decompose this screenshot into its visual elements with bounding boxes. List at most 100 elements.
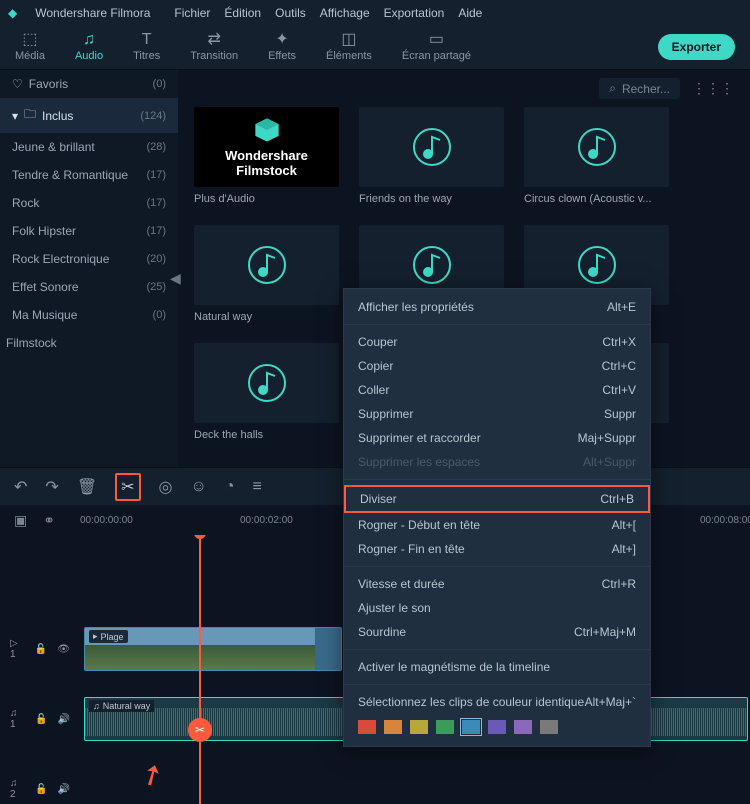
ctx-item-rogner-d-but-en-t-te[interactable]: Rogner - Début en têteAlt+[ bbox=[344, 513, 650, 537]
sidebar-item[interactable]: Jeune & brillant(28) bbox=[0, 133, 178, 161]
mute-icon[interactable]: 🔊 bbox=[58, 714, 70, 725]
collapse-handle-icon[interactable]: ◀ bbox=[170, 270, 181, 287]
lock-icon[interactable]: 🔓 bbox=[35, 644, 47, 655]
elements-icon: ◫ bbox=[341, 32, 356, 48]
crop-icon[interactable]: ◎ bbox=[159, 477, 173, 497]
ctx-item-diviser[interactable]: DiviserCtrl+B bbox=[344, 485, 650, 513]
redo-icon[interactable]: ↷ bbox=[45, 477, 58, 497]
color-swatch[interactable] bbox=[410, 720, 428, 734]
ctx-label: Rogner - Début en tête bbox=[358, 518, 480, 532]
menu-fichier[interactable]: Fichier bbox=[174, 6, 210, 20]
sidebar-item[interactable]: Ma Musique(0) bbox=[0, 301, 178, 329]
sidebar-item[interactable]: Rock Electronique(20) bbox=[0, 245, 178, 273]
ctx-item-couper[interactable]: CouperCtrl+X bbox=[344, 330, 650, 354]
track-id: ▷ 1 bbox=[10, 638, 25, 660]
tab-titres[interactable]: TTitres bbox=[133, 32, 160, 62]
title-bar: ◆ Wondershare Filmora Fichier Édition Ou… bbox=[0, 0, 750, 25]
menu-aide[interactable]: Aide bbox=[458, 6, 482, 20]
lock-icon[interactable]: 🔓 bbox=[35, 784, 47, 795]
thumb-item[interactable]: Circus clown (Acoustic v... bbox=[524, 107, 669, 205]
menu-affichage[interactable]: Affichage bbox=[320, 6, 370, 20]
ctx-item-supprimer-et-raccorder[interactable]: Supprimer et raccorderMaj+Suppr bbox=[344, 426, 650, 450]
ctx-item-supprimer[interactable]: SupprimerSuppr bbox=[344, 402, 650, 426]
video-icon: ▸ bbox=[93, 631, 98, 642]
color-swatch[interactable] bbox=[436, 720, 454, 734]
tab-ecran-partage[interactable]: ▭Écran partagé bbox=[402, 32, 471, 62]
audio-icon: ♫ bbox=[83, 32, 95, 48]
sidebar-count: (17) bbox=[146, 197, 166, 209]
ctx-shortcut: Suppr bbox=[604, 407, 636, 421]
ctx-shortcut: Ctrl+C bbox=[602, 359, 636, 373]
sidebar-favoris[interactable]: ♡Favoris (0) bbox=[0, 70, 178, 98]
thumb-item[interactable]: Friends on the way bbox=[359, 107, 504, 205]
grid-view-icon[interactable]: ⋮⋮⋮ bbox=[692, 80, 734, 97]
video-clip[interactable]: ▸Plage bbox=[84, 627, 342, 671]
sidebar-item[interactable]: Tendre & Romantique(17) bbox=[0, 161, 178, 189]
export-button[interactable]: Exporter bbox=[658, 34, 735, 60]
ctx-item-afficher-les-propri-t-s[interactable]: Afficher les propriétésAlt+E bbox=[344, 295, 650, 319]
track-id: ♫ 1 bbox=[10, 708, 25, 730]
color-icon[interactable]: ☺ bbox=[191, 478, 207, 496]
visibility-icon[interactable]: 👁 bbox=[57, 644, 70, 655]
delete-icon[interactable]: 🗑 bbox=[77, 477, 97, 497]
context-menu: Afficher les propriétésAlt+E CouperCtrl+X… bbox=[343, 288, 651, 747]
track-header[interactable]: ♫ 1 🔓 🔊 bbox=[0, 695, 80, 743]
tab-effets[interactable]: ✦Effets bbox=[268, 32, 296, 62]
ctx-item-sourdine[interactable]: SourdineCtrl+Maj+M bbox=[344, 620, 650, 644]
mute-icon[interactable]: 🔊 bbox=[58, 784, 70, 795]
playhead-scissors-icon[interactable]: ✂ bbox=[188, 718, 212, 742]
search-input[interactable]: ⌕ Recher... bbox=[599, 78, 680, 99]
track-header[interactable]: ♫ 2 🔓 🔊 bbox=[0, 765, 80, 804]
thumb-item[interactable]: Wondershare Filmstock Plus d'Audio bbox=[194, 107, 339, 205]
ctx-item-coller[interactable]: CollerCtrl+V bbox=[344, 378, 650, 402]
thumb-item[interactable]: Natural way bbox=[194, 225, 339, 323]
music-icon: ♫ bbox=[93, 701, 100, 711]
color-swatch[interactable] bbox=[358, 720, 376, 734]
color-swatch[interactable] bbox=[488, 720, 506, 734]
ctx-item-ajuster-le-son[interactable]: Ajuster le son bbox=[344, 596, 650, 620]
tab-media[interactable]: ⬚Média bbox=[15, 32, 45, 62]
split-icon[interactable]: ✂ bbox=[115, 473, 140, 501]
music-icon bbox=[577, 245, 617, 285]
menu-outils[interactable]: Outils bbox=[275, 6, 306, 20]
ctx-item-copier[interactable]: CopierCtrl+C bbox=[344, 354, 650, 378]
ctx-color-swatches bbox=[344, 714, 650, 740]
sidebar-item[interactable]: Folk Hipster(17) bbox=[0, 217, 178, 245]
sidebar-label: Rock bbox=[12, 196, 39, 210]
search-icon: ⌕ bbox=[609, 81, 616, 96]
sidebar-inclus[interactable]: ▾🗀Inclus (124) bbox=[0, 98, 178, 133]
sidebar-label: Ma Musique bbox=[12, 308, 77, 322]
sidebar-filmstock[interactable]: Filmstock bbox=[0, 329, 178, 357]
color-swatch[interactable] bbox=[540, 720, 558, 734]
ctx-label: Vitesse et durée bbox=[358, 577, 445, 591]
sidebar-item[interactable]: Effet Sonore(25) bbox=[0, 273, 178, 301]
color-swatch[interactable] bbox=[462, 720, 480, 734]
playhead[interactable]: ✂ bbox=[199, 535, 201, 804]
thumb-item[interactable]: Deck the halls bbox=[194, 343, 339, 441]
color-swatch[interactable] bbox=[514, 720, 532, 734]
track-header[interactable]: ▷ 1 🔓 👁 bbox=[0, 625, 80, 673]
settings-icon[interactable]: ≡ bbox=[253, 478, 262, 496]
thumb-label: Friends on the way bbox=[359, 193, 504, 205]
tab-elements[interactable]: ◫Éléments bbox=[326, 32, 372, 62]
menu-exportation[interactable]: Exportation bbox=[384, 6, 445, 20]
sidebar-item[interactable]: Rock (17) bbox=[0, 189, 178, 217]
media-icon: ⬚ bbox=[22, 32, 37, 48]
ctx-item-activer-le-magn-tisme-de-la-timeline[interactable]: Activer le magnétisme de la timeline bbox=[344, 655, 650, 679]
ctx-label: Diviser bbox=[360, 492, 397, 506]
lock-icon[interactable]: 🔓 bbox=[35, 714, 47, 725]
main-toolbar: ⬚Média ♫Audio TTitres ⇄Transition ✦Effet… bbox=[0, 25, 750, 70]
ctx-item-vitesse-et-dur-e[interactable]: Vitesse et duréeCtrl+R bbox=[344, 572, 650, 596]
ctx-item-supprimer-les-espaces: Supprimer les espacesAlt+Suppr bbox=[344, 450, 650, 474]
menu-edition[interactable]: Édition bbox=[224, 6, 261, 20]
ctx-item-rogner-fin-en-t-te[interactable]: Rogner - Fin en têteAlt+] bbox=[344, 537, 650, 561]
sidebar-count: (17) bbox=[146, 169, 166, 181]
record-button-icon[interactable]: ▣ bbox=[14, 512, 27, 529]
link-icon[interactable]: ⚭ bbox=[43, 512, 55, 529]
undo-icon[interactable]: ↶ bbox=[14, 477, 27, 497]
tab-audio[interactable]: ♫Audio bbox=[75, 32, 103, 62]
thumb-label: Circus clown (Acoustic v... bbox=[524, 193, 669, 205]
color-swatch[interactable] bbox=[384, 720, 402, 734]
tab-transition[interactable]: ⇄Transition bbox=[190, 32, 238, 62]
speed-icon[interactable]: ◔ bbox=[225, 478, 235, 496]
